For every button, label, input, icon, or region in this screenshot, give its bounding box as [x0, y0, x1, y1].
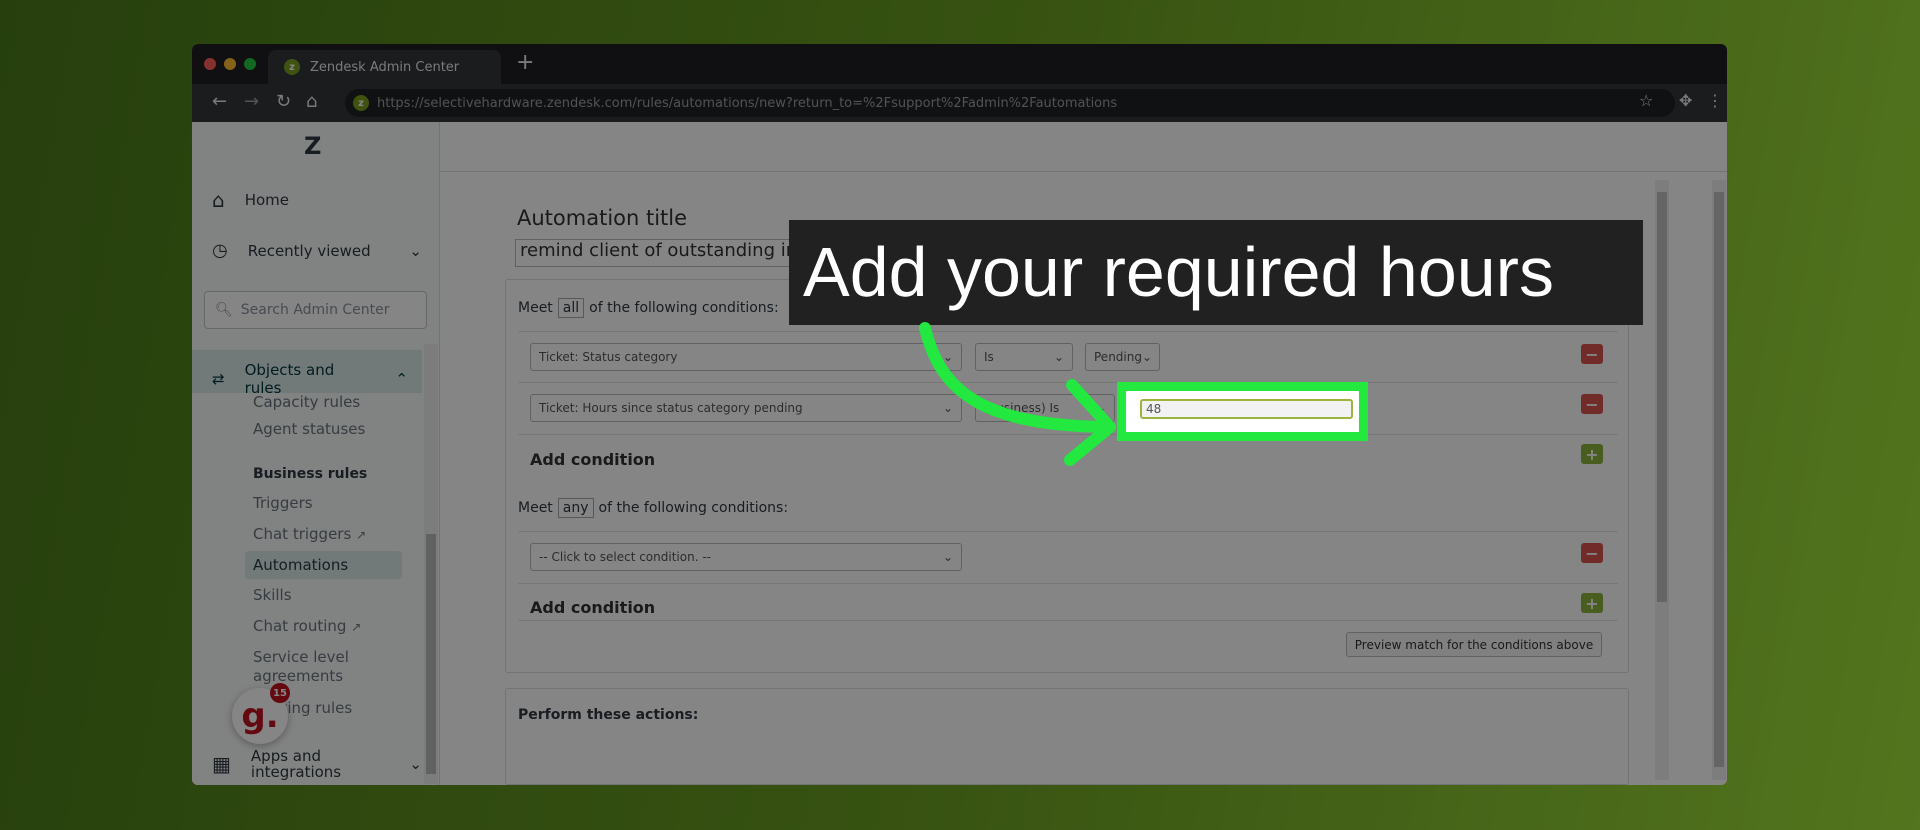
home-icon[interactable]: ⌂ [306, 91, 317, 112]
arrow-icon [919, 322, 1116, 466]
search-input[interactable]: 🔍︎ Search Admin Center [204, 291, 427, 329]
condition-field-select[interactable]: Ticket: Status category ⌄ [530, 343, 962, 371]
new-tab-button[interactable]: + [516, 50, 534, 75]
perform-actions-label: Perform these actions: [518, 707, 699, 723]
add-condition-button[interactable]: + [1581, 444, 1603, 464]
sidebar-item-recently-viewed[interactable]: ◷ Recently viewed ⌄ [212, 240, 422, 261]
back-icon[interactable]: ← [212, 91, 227, 112]
chevron-up-icon: ⌃ [395, 370, 408, 388]
chevron-down-icon: ⌄ [942, 550, 953, 564]
add-condition-label: Add condition [530, 450, 656, 469]
forward-icon[interactable]: → [244, 91, 259, 112]
actions-panel [505, 688, 1629, 785]
sidebar-item-sla[interactable]: Service level agreements [253, 648, 373, 686]
zendesk-logo-icon: Z [304, 132, 322, 160]
tab-zendesk[interactable]: z Zendesk Admin Center [268, 50, 501, 84]
sidebar-item-automations[interactable]: Automations [253, 556, 348, 574]
external-link-icon: ↗ [351, 620, 362, 634]
maximize-window-button[interactable] [244, 58, 256, 70]
address-bar: ← → ↻ ⌂ z https://selectivehardware.zende… [192, 84, 1727, 122]
all-qualifier: all [557, 298, 585, 318]
minimize-window-button[interactable] [224, 58, 236, 70]
label: Home [244, 191, 289, 209]
chevron-down-icon: ⌄ [409, 241, 422, 260]
remove-condition-button[interactable]: − [1581, 344, 1603, 364]
section-heading: Business rules [253, 466, 368, 482]
home-icon: ⌂ [212, 188, 225, 212]
top-header: ▦ ⓘ 👤︎ [440, 122, 1727, 172]
meet-all-label: Meet all of the following conditions: [518, 298, 779, 318]
sidebar-item-chat-triggers[interactable]: Chat triggers ↗ [253, 525, 366, 543]
sidebar-item-triggers[interactable]: Triggers [253, 494, 313, 512]
sidebar-item-agent-statuses[interactable]: Agent statuses [253, 420, 365, 438]
remove-condition-button[interactable]: − [1581, 543, 1603, 563]
label: Apps and integrations [250, 747, 342, 781]
objects-rules-icon: ⇄ [212, 370, 225, 388]
sidebar-item-apps[interactable]: ▦ Apps and integrations ⌄ [212, 748, 422, 780]
external-link-icon: ↗ [356, 528, 367, 542]
condition-field-select[interactable]: Ticket: Hours since status category pend… [530, 394, 962, 422]
preview-match-button[interactable]: Preview match for the conditions above [1346, 632, 1602, 657]
chevron-down-icon: ⌄ [409, 755, 422, 773]
extensions-icon[interactable]: ✥ [1679, 91, 1692, 110]
condition-field-select[interactable]: -- Click to select condition. -- ⌄ [530, 543, 962, 571]
remove-condition-button[interactable]: − [1581, 394, 1603, 414]
reload-icon[interactable]: ↻ [276, 91, 291, 112]
chevron-down-icon: ⌄ [1141, 350, 1153, 364]
hours-input[interactable]: 48 [1140, 399, 1353, 419]
sidebar-item-home[interactable]: ⌂ Home [212, 188, 289, 212]
label: Chat triggers [253, 525, 352, 543]
page-scrollbar[interactable] [1712, 180, 1726, 780]
add-condition-button[interactable]: + [1581, 593, 1603, 613]
tab-bar: z Zendesk Admin Center + [192, 44, 1727, 84]
content-scrollbar[interactable] [1655, 180, 1669, 780]
add-condition-label: Add condition [530, 598, 656, 617]
sidebar-scrollbar[interactable] [424, 344, 438, 784]
url-text: https://selectivehardware.zendesk.com/ru… [377, 95, 1118, 111]
menu-icon[interactable]: ⋮ [1707, 91, 1723, 110]
sidebar-item-objects-and-rules[interactable]: ⇄ Objects and rules ⌃ [192, 350, 422, 397]
bookmark-star-icon[interactable]: ☆ [1639, 91, 1653, 110]
search-icon: 🔍︎ [215, 302, 233, 318]
any-qualifier: any [557, 498, 594, 518]
notification-badge: 15 [270, 683, 290, 703]
callout-banner: Add your required hours [789, 220, 1643, 325]
sidebar-item-skills[interactable]: Skills [253, 586, 292, 604]
apps-icon: ▦ [212, 752, 231, 776]
close-window-button[interactable] [204, 58, 216, 70]
site-favicon-icon: z [353, 95, 369, 111]
tab-title: Zendesk Admin Center [310, 59, 460, 75]
placeholder: Search Admin Center [240, 302, 390, 318]
zendesk-favicon-icon: z [284, 59, 300, 75]
automation-title-label: Automation title [517, 206, 688, 230]
sidebar-item-capacity-rules[interactable]: Capacity rules [253, 393, 360, 411]
sidebar-item-chat-routing[interactable]: Chat routing ↗ [253, 617, 361, 635]
label: Chat routing [253, 617, 347, 635]
sidebar: Z ⌂ Home ◷ Recently viewed ⌄ 🔍︎ Search Admin… [192, 122, 440, 785]
meet-any-label: Meet any of the following conditions: [518, 498, 789, 518]
url-input[interactable]: z https://selectivehardware.zendesk.com/r… [345, 89, 1675, 117]
clock-icon: ◷ [212, 240, 228, 261]
label: Recently viewed [247, 241, 371, 260]
label: Objects and rules [244, 361, 335, 397]
